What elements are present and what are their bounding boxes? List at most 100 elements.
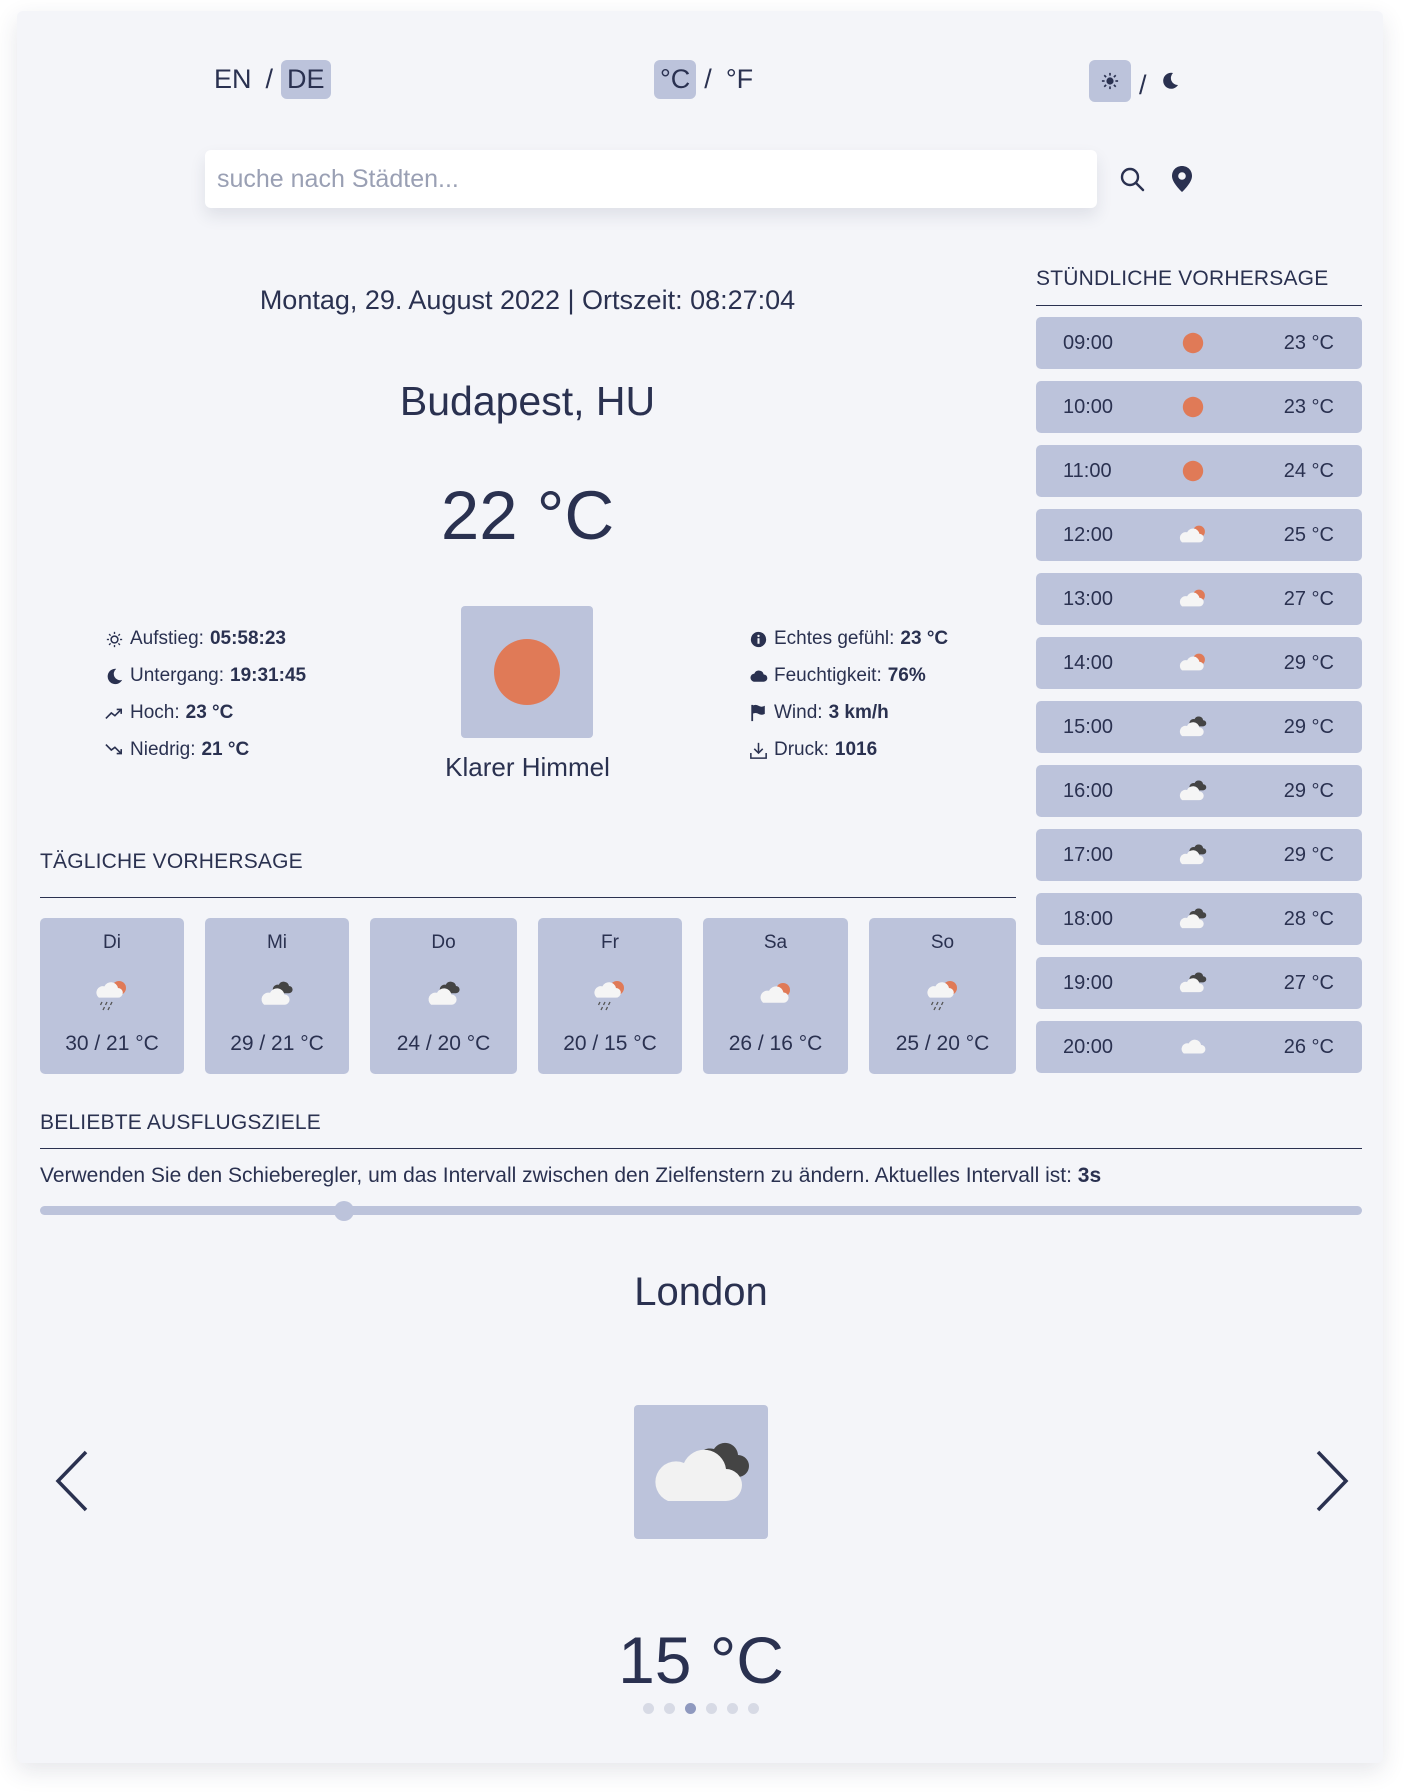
humidity-label: Feuchtigkeit: (774, 665, 882, 686)
hour-temperature: 27 °C (1283, 587, 1334, 610)
daily-card: Di 30 / 21 °C (40, 918, 184, 1074)
daily-divider (40, 897, 1016, 898)
theme-toggle: / (1089, 60, 1185, 102)
trend-up-icon (105, 708, 123, 719)
hour-time: 19:00 (1063, 971, 1114, 994)
sun-icon (106, 631, 122, 647)
hour-temperature: 25 °C (1283, 523, 1334, 546)
info-icon (750, 631, 766, 647)
pagination-dot[interactable] (664, 1703, 675, 1714)
destination-city-name: London (634, 1270, 768, 1314)
lang-de-option[interactable]: DE (281, 60, 331, 99)
unit-separator: / (704, 64, 712, 94)
hour-temperature: 29 °C (1283, 715, 1334, 738)
low-value: 21 °C (201, 739, 250, 760)
sun-icon (1176, 454, 1210, 488)
location-button[interactable] (1166, 163, 1198, 195)
wind-label: Wind: (774, 702, 823, 723)
low-detail: Niedrig: 21 °C (104, 739, 249, 761)
slider-thumb[interactable] (334, 1201, 355, 1221)
rain-sun-icon (923, 974, 963, 1014)
broken-clouds-icon (655, 1442, 749, 1501)
day-name: Fr (601, 932, 619, 953)
sunrise-value: 05:58:23 (209, 628, 286, 649)
day-temperature-range: 20 / 15 °C (563, 1032, 657, 1055)
map-pin-icon (1172, 166, 1192, 192)
slider-track (40, 1206, 1362, 1215)
pagination-dot[interactable] (685, 1703, 696, 1714)
city-search-input[interactable] (205, 150, 1097, 208)
hourly-row: 13:00 27 °C (1036, 573, 1362, 625)
local-datetime: Montag, 29. August 2022 | Ortszeit: 08:2… (259, 285, 796, 315)
hourly-row: 12:00 25 °C (1036, 509, 1362, 561)
current-weather-icon-tile (461, 606, 593, 738)
broken-clouds-icon (1176, 902, 1210, 936)
partly-cloudy-icon (1176, 582, 1210, 616)
hourly-forecast-title: STÜNDLICHE VORHERSAGE (1036, 267, 1329, 290)
search-button[interactable] (1116, 163, 1148, 195)
clear-sky-icon (494, 639, 560, 705)
hour-temperature: 28 °C (1283, 907, 1334, 930)
search-icon (1120, 167, 1145, 192)
daily-forecast-title: TÄGLICHE VORHERSAGE (40, 850, 303, 873)
hourly-divider (1036, 305, 1362, 306)
pagination-dot[interactable] (706, 1703, 717, 1714)
feels-like-detail: Echtes gefühl: 23 °C (748, 628, 948, 650)
sunrise-label: Aufstieg: (130, 628, 204, 649)
interval-text: Verwenden Sie den Schieberegler, um das … (40, 1164, 1072, 1187)
daily-card: So 25 / 20 °C (869, 918, 1016, 1074)
unit-celsius-option[interactable]: °C (654, 60, 697, 99)
hourly-row: 19:00 27 °C (1036, 957, 1362, 1009)
hour-time: 15:00 (1063, 715, 1114, 738)
dark-theme-button[interactable] (1155, 64, 1185, 98)
hourly-row: 15:00 29 °C (1036, 701, 1362, 753)
interval-value: 3s (1077, 1164, 1102, 1187)
wind-detail: Wind: 3 km/h (748, 702, 889, 724)
pagination-dot[interactable] (748, 1703, 759, 1714)
hourly-row: 11:00 24 °C (1036, 445, 1362, 497)
unit-toggle: °C / °F (654, 60, 759, 99)
partly-cloudy-icon (1176, 646, 1210, 680)
sunset-label: Untergang: (130, 665, 225, 686)
day-name: Di (103, 932, 121, 953)
flag-icon (750, 704, 765, 722)
sun-icon (1101, 72, 1119, 90)
sun-icon (1176, 326, 1210, 360)
city-name: Budapest, HU (399, 378, 656, 424)
weather-condition: Klarer Himmel (445, 752, 610, 782)
moon-icon (1162, 72, 1178, 89)
partly-cloudy-icon (1176, 518, 1210, 552)
hourly-row: 16:00 29 °C (1036, 765, 1362, 817)
pressure-detail: Druck: 1016 (748, 739, 877, 761)
light-theme-button[interactable] (1089, 60, 1131, 102)
day-name: Do (431, 932, 456, 953)
hourly-row: 17:00 29 °C (1036, 829, 1362, 881)
humidity-detail: Feuchtigkeit: 76% (748, 665, 926, 687)
broken-clouds-icon (1176, 710, 1210, 744)
sunset-value: 19:31:45 (230, 665, 307, 686)
partly-cloudy-icon (756, 974, 796, 1014)
daily-card: Sa 26 / 16 °C (703, 918, 848, 1074)
low-label: Niedrig: (130, 739, 196, 760)
hour-time: 18:00 (1063, 907, 1114, 930)
daily-card: Do 24 / 20 °C (370, 918, 517, 1074)
wind-value: 3 km/h (828, 702, 889, 723)
pagination-dot[interactable] (643, 1703, 654, 1714)
humidity-value: 76% (887, 665, 926, 686)
trend-down-icon (105, 744, 123, 755)
carousel-prev-button[interactable] (50, 1445, 94, 1517)
hour-time: 13:00 (1063, 587, 1114, 610)
unit-fahrenheit-option[interactable]: °F (720, 60, 759, 99)
hourly-row: 20:00 26 °C (1036, 1021, 1362, 1073)
cloud-icon (1176, 1030, 1210, 1064)
interval-slider[interactable] (40, 1201, 1362, 1221)
pagination-dot[interactable] (727, 1703, 738, 1714)
carousel-next-button[interactable] (1310, 1445, 1354, 1517)
sunrise-detail: Aufstieg: 05:58:23 (104, 628, 286, 650)
day-name: So (930, 932, 955, 953)
lang-en-option[interactable]: EN (208, 60, 258, 99)
moon-icon (107, 668, 122, 684)
day-temperature-range: 29 / 21 °C (230, 1032, 324, 1055)
sun-icon (1176, 390, 1210, 424)
hour-time: 17:00 (1063, 843, 1114, 866)
